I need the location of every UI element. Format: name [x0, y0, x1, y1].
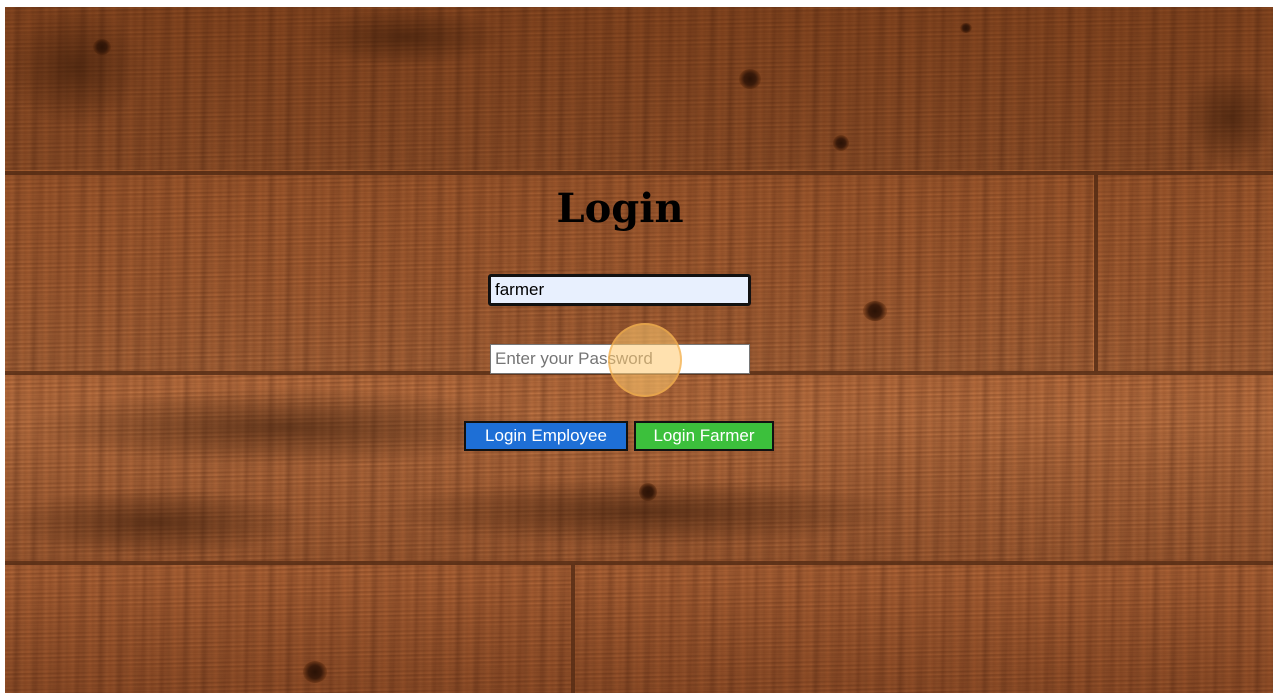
wood-stain: [305, 7, 505, 67]
plank-seam: [5, 171, 1273, 175]
page-title: Login: [556, 185, 684, 232]
wood-stain: [5, 487, 305, 557]
wood-plank: [5, 565, 571, 693]
wood-knot: [303, 661, 327, 683]
login-employee-button[interactable]: Login Employee: [464, 421, 628, 451]
password-input[interactable]: [490, 344, 750, 374]
wood-plank: [575, 565, 1273, 693]
wood-stain: [385, 477, 905, 547]
username-input[interactable]: [488, 274, 751, 306]
wood-knot: [833, 135, 849, 151]
wood-knot: [960, 23, 972, 33]
plank-seam: [5, 561, 1273, 565]
wood-plank: [5, 7, 1273, 170]
login-farmer-button[interactable]: Login Farmer: [634, 421, 774, 451]
wood-stain: [1185, 67, 1273, 167]
wood-knot: [863, 301, 887, 321]
wood-stain: [5, 7, 145, 127]
plank-seam: [571, 565, 575, 693]
wood-knot: [739, 69, 761, 89]
